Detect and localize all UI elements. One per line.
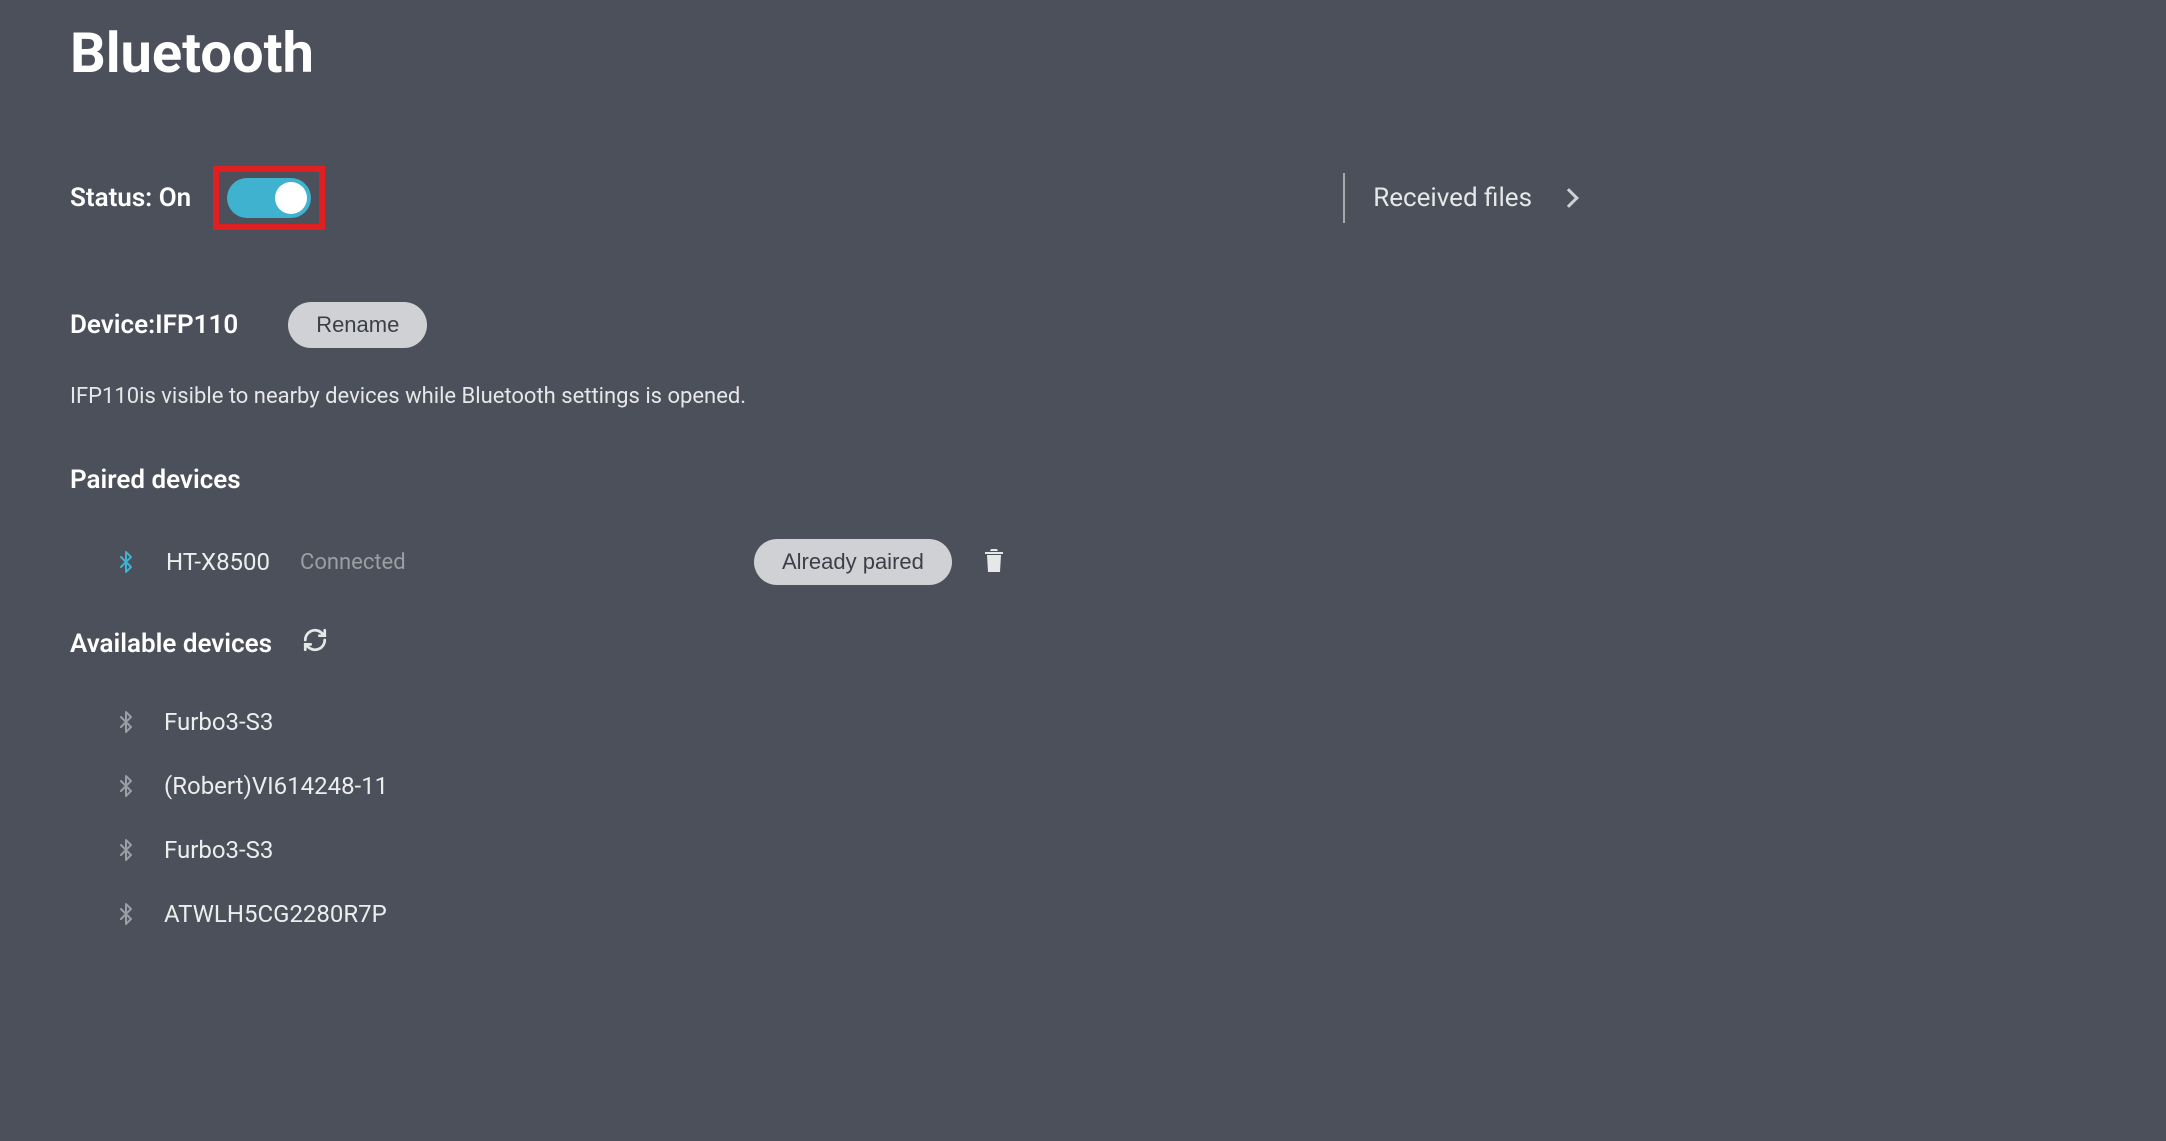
available-devices-list: Furbo3-S3 (Robert)VI614248-11 Furbo3-S3 ATW… [70,690,2096,946]
available-device-row[interactable]: Furbo3-S3 [70,690,2096,754]
bluetooth-icon [114,774,138,798]
status-block: Status: On [70,166,325,230]
paired-devices-header: Paired devices [70,465,2096,495]
visibility-text: IFP110is visible to nearby devices while… [70,384,2096,409]
device-row: Device:IFP110 Rename [70,302,2096,348]
status-label: Status: On [70,183,191,213]
bluetooth-icon [114,550,138,574]
status-row: Status: On Received files [70,166,2096,230]
available-device-name: ATWLH5CG2280R7P [164,900,387,928]
page-title: Bluetooth [70,20,2096,86]
paired-device-status: Connected [300,550,406,575]
toggle-knob [275,182,307,214]
received-files-label: Received files [1373,183,1532,213]
available-device-row[interactable]: Furbo3-S3 [70,818,2096,882]
device-name-label: Device:IFP110 [70,310,238,340]
available-devices-header: Available devices [70,627,2096,660]
available-device-name: (Robert)VI614248-11 [164,772,388,800]
chevron-right-icon [1559,188,1579,208]
available-devices-header-text: Available devices [70,629,272,659]
bluetooth-icon [114,710,138,734]
bluetooth-toggle[interactable] [227,178,311,218]
bluetooth-icon [114,838,138,862]
rename-button[interactable]: Rename [288,302,427,348]
received-files-link[interactable]: Received files [1343,173,1576,223]
available-device-row[interactable]: ATWLH5CG2280R7P [70,882,2096,946]
available-device-name: Furbo3-S3 [164,708,273,736]
already-paired-button[interactable]: Already paired [754,539,952,585]
paired-devices-header-text: Paired devices [70,465,241,495]
available-device-row[interactable]: (Robert)VI614248-11 [70,754,2096,818]
refresh-button[interactable] [302,627,328,660]
paired-device-row[interactable]: HT-X8500 Connected Already paired [70,525,2096,599]
available-device-name: Furbo3-S3 [164,836,273,864]
paired-device-name: HT-X8500 [166,548,270,576]
delete-paired-button[interactable] [982,546,1006,578]
bluetooth-icon [114,902,138,926]
toggle-highlight-box [213,166,325,230]
